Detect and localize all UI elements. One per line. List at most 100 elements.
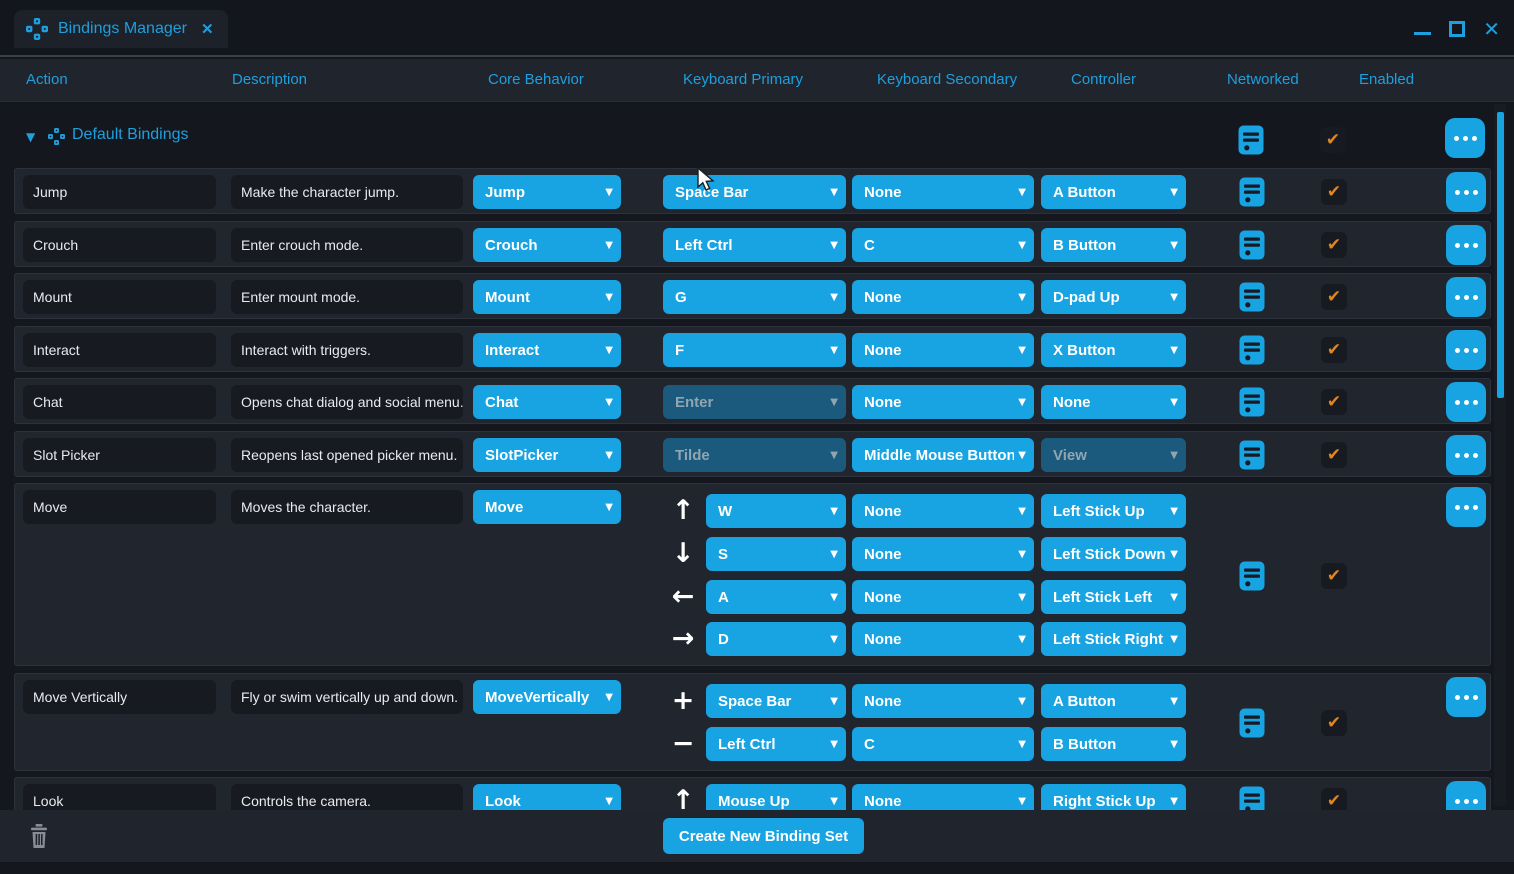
close-button[interactable]: ✕ (1483, 18, 1500, 40)
core-behavior-dropdown[interactable]: Jump▼ (473, 175, 621, 209)
keyboard-primary-dropdown[interactable]: G▼ (663, 280, 846, 314)
keyboard-secondary-dropdown[interactable]: None▼ (852, 537, 1034, 571)
enabled-checkbox[interactable]: ✔ (1321, 442, 1347, 468)
controller-dropdown[interactable]: B Button▼ (1041, 727, 1186, 761)
enabled-checkbox[interactable]: ✔ (1321, 389, 1347, 415)
action-field[interactable]: Jump (23, 175, 216, 209)
default-bindings-group-row[interactable]: ▼ Default Bindings ✔ (0, 112, 1491, 164)
keyboard-secondary-dropdown[interactable]: None▼ (852, 175, 1034, 209)
controller-dropdown[interactable]: Left Stick Up▼ (1041, 494, 1186, 528)
keyboard-secondary-dropdown[interactable]: None▼ (852, 494, 1034, 528)
more-options-button[interactable] (1446, 382, 1486, 422)
description-field[interactable]: Make the character jump. (231, 175, 463, 209)
scrollbar-thumb[interactable] (1497, 112, 1504, 398)
enabled-checkbox[interactable]: ✔ (1321, 788, 1347, 810)
keyboard-secondary-dropdown[interactable]: None▼ (852, 385, 1034, 419)
create-new-binding-set-button[interactable]: Create New Binding Set (663, 818, 864, 854)
keyboard-secondary-dropdown[interactable]: C▼ (852, 727, 1034, 761)
trash-icon[interactable] (30, 824, 48, 848)
core-behavior-dropdown[interactable]: Crouch▼ (473, 228, 621, 262)
controller-dropdown[interactable]: Left Stick Left▼ (1041, 580, 1186, 614)
controller-dropdown[interactable]: A Button▼ (1041, 175, 1186, 209)
controller-dropdown[interactable]: B Button▼ (1041, 228, 1186, 262)
networked-icon[interactable] (1238, 125, 1264, 155)
core-behavior-dropdown[interactable]: Chat▼ (473, 385, 621, 419)
networked-icon[interactable] (1239, 708, 1265, 738)
keyboard-primary-dropdown[interactable]: F▼ (663, 333, 846, 367)
keyboard-primary-dropdown[interactable]: Space Bar▼ (663, 175, 846, 209)
description-field[interactable]: Controls the camera. (231, 784, 463, 810)
keyboard-secondary-dropdown[interactable]: None▼ (852, 622, 1034, 656)
enabled-checkbox[interactable]: ✔ (1321, 563, 1347, 589)
description-field[interactable]: Fly or swim vertically up and down. (231, 680, 463, 714)
vertical-scrollbar[interactable] (1494, 104, 1506, 806)
action-field[interactable]: Slot Picker (23, 438, 216, 472)
more-options-button[interactable] (1446, 781, 1486, 810)
core-behavior-dropdown[interactable]: MoveVertically▼ (473, 680, 621, 714)
core-behavior-dropdown[interactable]: Move▼ (473, 490, 621, 524)
more-options-button[interactable] (1446, 330, 1486, 370)
description-field[interactable]: Enter crouch mode. (231, 228, 463, 262)
description-field[interactable]: Interact with triggers. (231, 333, 463, 367)
more-options-button[interactable] (1446, 172, 1486, 212)
minimize-button[interactable] (1414, 32, 1431, 35)
more-options-button[interactable] (1446, 677, 1486, 717)
controller-dropdown[interactable]: A Button▼ (1041, 684, 1186, 718)
maximize-button[interactable] (1449, 21, 1465, 37)
description-field[interactable]: Opens chat dialog and social menu. (231, 385, 463, 419)
enabled-checkbox[interactable]: ✔ (1321, 710, 1347, 736)
networked-icon[interactable] (1239, 230, 1265, 260)
networked-icon[interactable] (1239, 177, 1265, 207)
networked-icon[interactable] (1239, 440, 1265, 470)
keyboard-primary-dropdown[interactable]: A▼ (706, 580, 846, 614)
keyboard-secondary-dropdown[interactable]: None▼ (852, 784, 1034, 810)
action-field[interactable]: Move Vertically (23, 680, 216, 714)
core-behavior-dropdown[interactable]: Mount▼ (473, 280, 621, 314)
more-options-button[interactable] (1446, 277, 1486, 317)
description-field[interactable]: Reopens last opened picker menu. (231, 438, 463, 472)
more-options-button[interactable] (1446, 435, 1486, 475)
keyboard-primary-dropdown[interactable]: Left Ctrl▼ (663, 228, 846, 262)
enabled-checkbox[interactable]: ✔ (1320, 127, 1346, 153)
action-field[interactable]: Interact (23, 333, 216, 367)
tab-bindings-manager[interactable]: Bindings Manager ✕ (14, 10, 228, 48)
controller-dropdown[interactable]: Left Stick Down▼ (1041, 537, 1186, 571)
keyboard-secondary-dropdown[interactable]: None▼ (852, 580, 1034, 614)
keyboard-secondary-dropdown[interactable]: C▼ (852, 228, 1034, 262)
controller-dropdown[interactable]: Right Stick Up▼ (1041, 784, 1186, 810)
action-field[interactable]: Crouch (23, 228, 216, 262)
controller-dropdown[interactable]: D-pad Up▼ (1041, 280, 1186, 314)
keyboard-primary-dropdown[interactable]: S▼ (706, 537, 846, 571)
description-field[interactable]: Enter mount mode. (231, 280, 463, 314)
enabled-checkbox[interactable]: ✔ (1321, 232, 1347, 258)
collapse-expander-icon[interactable]: ▼ (26, 130, 35, 144)
action-field[interactable]: Mount (23, 280, 216, 314)
action-field[interactable]: Move (23, 490, 216, 524)
keyboard-secondary-dropdown[interactable]: None▼ (852, 280, 1034, 314)
core-behavior-dropdown[interactable]: SlotPicker▼ (473, 438, 621, 472)
controller-dropdown[interactable]: X Button▼ (1041, 333, 1186, 367)
controller-dropdown[interactable]: None▼ (1041, 385, 1186, 419)
enabled-checkbox[interactable]: ✔ (1321, 337, 1347, 363)
networked-icon[interactable] (1239, 561, 1265, 591)
action-field[interactable]: Chat (23, 385, 216, 419)
enabled-checkbox[interactable]: ✔ (1321, 179, 1347, 205)
more-options-button[interactable] (1446, 487, 1486, 527)
keyboard-secondary-dropdown[interactable]: None▼ (852, 333, 1034, 367)
keyboard-primary-dropdown[interactable]: W▼ (706, 494, 846, 528)
core-behavior-dropdown[interactable]: Look▼ (473, 784, 621, 810)
more-options-button[interactable] (1446, 225, 1486, 265)
action-field[interactable]: Look (23, 784, 216, 810)
keyboard-secondary-dropdown[interactable]: None▼ (852, 684, 1034, 718)
networked-icon[interactable] (1239, 282, 1265, 312)
networked-icon[interactable] (1239, 387, 1265, 417)
networked-icon[interactable] (1239, 335, 1265, 365)
keyboard-secondary-dropdown[interactable]: Middle Mouse Button▼ (852, 438, 1034, 472)
networked-icon[interactable] (1239, 786, 1265, 810)
keyboard-primary-dropdown[interactable]: Space Bar▼ (706, 684, 846, 718)
core-behavior-dropdown[interactable]: Interact▼ (473, 333, 621, 367)
tab-close-icon[interactable]: ✕ (201, 20, 214, 38)
description-field[interactable]: Moves the character. (231, 490, 463, 524)
keyboard-primary-dropdown[interactable]: Left Ctrl▼ (706, 727, 846, 761)
more-options-button[interactable] (1445, 118, 1485, 158)
